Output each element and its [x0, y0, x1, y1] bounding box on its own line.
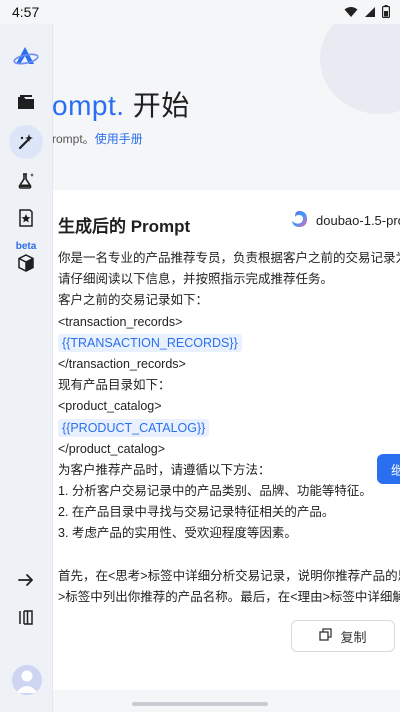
wifi-icon	[344, 5, 358, 23]
prompt-line-text: 客户之前的交易记录如下：	[58, 293, 209, 308]
user-manual-link[interactable]: 使用手册	[95, 132, 143, 146]
prompt-line: </transaction_records>	[58, 354, 400, 375]
prompt-line: 你是一名专业的产品推荐专员，负责根据客户之前的交易记录为	[58, 248, 400, 269]
status-bar: 4:57	[0, 0, 400, 24]
box-icon[interactable]	[9, 246, 43, 280]
status-time: 4:57	[12, 4, 40, 20]
star-document-icon[interactable]	[9, 201, 43, 235]
sidebar: beta	[0, 24, 53, 712]
prompt-line: >标签中列出你推荐的产品名称。最后，在<理由>标签中详细解	[58, 587, 400, 608]
page-title-accent: ompt.	[52, 90, 125, 121]
prompt-line-text: 你是一名专业的产品推荐专员，负责根据客户之前的交易记录为	[58, 251, 400, 265]
prompt-line: 3. 考虑产品的实用性、受欢迎程度等因素。	[58, 523, 400, 544]
home-indicator	[132, 702, 268, 706]
logo-icon[interactable]	[9, 39, 43, 73]
prompt-line: {{PRODUCT_CATALOG}}	[58, 418, 400, 439]
prompt-line: </product_catalog>	[58, 439, 400, 460]
model-name: doubao-1.5-pro	[316, 213, 400, 228]
prompt-line-text: 首先，在<思考>标签中详细分析交易记录，说明你推荐产品的思	[58, 568, 400, 583]
model-logo-icon	[290, 210, 308, 231]
prompt-line: <transaction_records>	[58, 312, 400, 333]
prompt-line-text: 现有产品目录如下：	[58, 378, 171, 393]
prompt-line: 首先，在<思考>标签中详细分析交易记录，说明你推荐产品的思	[58, 566, 400, 587]
prompt-line-text: <transaction_records>	[58, 314, 183, 329]
prompt-line: 1. 分析客户交易记录中的产品类别、品牌、功能等特征。	[58, 481, 400, 502]
prompt-line	[58, 545, 400, 566]
prompt-line-text: 请仔细阅读以下信息，并按照指示完成推荐任务。	[58, 272, 334, 287]
copy-icon	[319, 628, 333, 644]
continue-label: 继	[391, 462, 400, 478]
signal-icon	[364, 5, 376, 23]
prompt-line-text: 2. 在产品目录中寻找与交易记录特征相关的产品。	[58, 505, 335, 520]
card-title: 生成后的 Prompt	[58, 217, 191, 236]
prompt-line: 客户之前的交易记录如下：	[58, 290, 400, 311]
template-variable: {{PRODUCT_CATALOG}}	[58, 418, 210, 437]
prompt-text: 你是一名专业的产品推荐专员，负责根据客户之前的交易记录为 请仔细阅读以下信息，并按…	[58, 248, 400, 608]
prompt-line-text: >标签中列出你推荐的产品名称。最后，在<理由>标签中详细解	[58, 590, 400, 604]
battery-icon	[382, 5, 391, 23]
prompt-line: 2. 在产品目录中寻找与交易记录特征相关的产品。	[58, 502, 400, 523]
model-selector[interactable]: doubao-1.5-pro	[290, 210, 400, 231]
status-icons	[344, 5, 391, 23]
prompt-line: 为客户推荐产品时，请遵循以下方法：	[58, 460, 400, 481]
prompt-line-text: <product_catalog>	[58, 399, 162, 414]
avatar[interactable]	[12, 665, 42, 695]
prompt-line: {{TRANSACTION_RECORDS}}	[58, 333, 400, 354]
prompt-line: 请仔细阅读以下信息，并按照指示完成推荐任务。	[58, 269, 400, 290]
prompt-line-text: </transaction_records>	[58, 356, 186, 371]
arrow-right-icon[interactable]	[9, 563, 43, 597]
book-icon[interactable]	[9, 600, 43, 634]
prompt-line-text: 1. 分析客户交易记录中的产品类别、品牌、功能等特征。	[58, 484, 372, 499]
prompt-line-text: </product_catalog>	[58, 441, 166, 456]
template-variable: {{TRANSACTION_RECORDS}}	[58, 333, 242, 352]
prompt-line: <product_catalog>	[58, 396, 400, 417]
page-title: ompt. 开始	[52, 84, 190, 124]
folder-icon[interactable]	[9, 85, 43, 119]
prompt-line: 现有产品目录如下：	[58, 375, 400, 396]
continue-button[interactable]: 继	[377, 454, 400, 484]
background-decoration	[320, 24, 400, 114]
page-title-rest: 开始	[124, 90, 190, 121]
prompt-line-text: 为客户推荐产品时，请遵循以下方法：	[58, 462, 271, 477]
prompt-line-text: 3. 考虑产品的实用性、受欢迎程度等因素。	[58, 526, 297, 541]
page-subtitle: rompt。使用手册	[52, 130, 143, 147]
magic-wand-icon[interactable]	[9, 125, 43, 159]
copy-label: 复制	[340, 629, 367, 645]
generated-prompt-card: 生成后的 Prompt doubao-1.5-pro 你是一名专业的产品推荐专员…	[52, 190, 400, 690]
copy-button[interactable]: 复制	[291, 620, 395, 652]
flask-icon[interactable]	[9, 164, 43, 198]
main-content: ompt. 开始 rompt。使用手册 生成后的 Prompt doubao-1…	[52, 24, 400, 712]
subtitle-text: rompt。	[52, 132, 95, 146]
